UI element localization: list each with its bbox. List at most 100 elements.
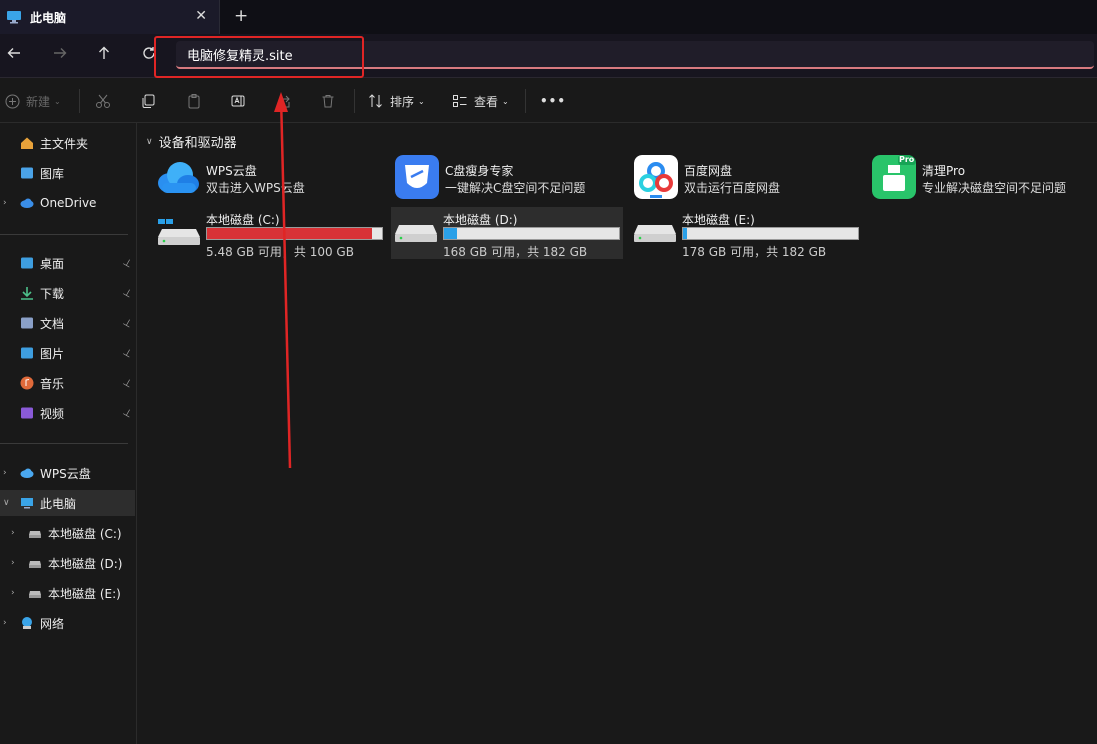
sidebar-item-label: 音乐	[40, 376, 65, 391]
drive-c[interactable]: 本地磁盘 (C:) 5.48 GB 可用，共 100 GB	[154, 207, 386, 259]
tab-bar: 此电脑 ✕ +	[0, 0, 1097, 34]
sort-icon	[369, 94, 382, 108]
rename-button[interactable]	[230, 91, 252, 111]
chevron-down-icon: ⌄	[54, 96, 61, 106]
drive-icon	[395, 225, 437, 242]
computer-icon	[20, 496, 34, 510]
view-icon	[453, 95, 467, 107]
document-icon	[20, 316, 34, 330]
app-description: 双击进入WPS云盘	[206, 181, 305, 195]
group-header-devices[interactable]: ∨ 设备和驱动器	[146, 132, 237, 151]
divider	[525, 89, 526, 113]
view-button[interactable]: 查看 ⌄	[452, 91, 509, 111]
pin-icon[interactable]: ⊥	[121, 316, 134, 330]
drive-usage-bar	[443, 227, 620, 240]
chevron-right-icon[interactable]: ›	[3, 618, 7, 628]
share-icon	[277, 95, 290, 108]
app-baidu-netdisk[interactable]: 百度网盘 双击运行百度网盘	[634, 155, 864, 205]
sidebar-item-label: 主文件夹	[40, 136, 89, 151]
sort-label: 排序	[390, 94, 415, 109]
sidebar-item-label: 此电脑	[40, 496, 77, 511]
arrow-right-icon	[54, 48, 67, 58]
pin-icon[interactable]: ⊥	[121, 256, 134, 270]
chevron-right-icon[interactable]: ›	[11, 528, 15, 538]
divider	[79, 89, 80, 113]
chevron-right-icon[interactable]: ›	[11, 558, 15, 568]
pin-icon[interactable]: ⊥	[121, 286, 134, 300]
delete-button[interactable]	[320, 91, 342, 111]
forward-button[interactable]	[48, 44, 72, 66]
cut-button[interactable]	[95, 91, 117, 111]
download-icon	[20, 286, 34, 300]
sort-button[interactable]: 排序 ⌄	[368, 91, 425, 111]
baidu-netdisk-icon	[634, 155, 678, 199]
app-description: 双击运行百度网盘	[684, 181, 781, 195]
drive-usage-fill	[444, 228, 458, 239]
drive-e[interactable]: 本地磁盘 (E:) 178 GB 可用，共 182 GB	[630, 207, 862, 259]
app-name: WPS云盘	[206, 164, 257, 178]
sidebar-item-label: 本地磁盘 (C:)	[48, 526, 122, 541]
copy-button[interactable]	[140, 91, 162, 111]
chevron-right-icon[interactable]: ›	[11, 588, 15, 598]
sidebar-item-label: OneDrive	[40, 196, 97, 210]
pro-badge: Pro	[899, 155, 915, 164]
app-wps-cloud[interactable]: WPS云盘 双击进入WPS云盘	[156, 155, 386, 205]
new-button[interactable]: 新建 ⌄	[5, 91, 61, 111]
sidebar-item[interactable]: › 本地磁盘 (C:)	[0, 520, 135, 546]
tab-title: 此电脑	[30, 10, 67, 25]
chevron-right-icon[interactable]: ›	[3, 468, 7, 478]
up-button[interactable]	[92, 44, 116, 66]
new-label: 新建	[26, 94, 51, 109]
sidebar-item[interactable]: ∨ 此电脑	[0, 490, 135, 516]
cloud-icon	[20, 196, 34, 210]
sidebar-item-label: 网络	[40, 616, 65, 631]
sidebar-item[interactable]: › 本地磁盘 (D:)	[0, 550, 135, 576]
pin-icon[interactable]: ⊥	[121, 346, 134, 360]
drive-name: 本地磁盘 (C:)	[206, 213, 280, 227]
drive-icon	[28, 586, 42, 600]
video-icon	[20, 406, 34, 420]
more-options-button[interactable]: •••	[540, 91, 566, 111]
sidebar-item-label: WPS云盘	[40, 466, 91, 481]
sidebar-item[interactable]: 桌面 ⊥	[0, 250, 135, 276]
sidebar-item[interactable]: › 本地磁盘 (E:)	[0, 580, 135, 606]
close-tab-icon[interactable]: ✕	[195, 8, 207, 24]
arrow-up-icon	[99, 46, 109, 59]
sidebar-item[interactable]: 主文件夹	[0, 130, 135, 156]
pin-icon[interactable]: ⊥	[121, 406, 134, 420]
desktop-icon	[20, 256, 34, 270]
paste-button[interactable]	[186, 91, 208, 111]
sidebar-item[interactable]: 图库	[0, 160, 135, 186]
sidebar-item[interactable]: › WPS云盘	[0, 460, 135, 486]
arrow-left-icon	[7, 48, 20, 58]
system-drive-icon	[158, 219, 200, 245]
pin-icon[interactable]: ⊥	[121, 376, 134, 390]
copy-icon	[142, 94, 155, 108]
sidebar-item-label: 视频	[40, 406, 65, 421]
share-button[interactable]	[276, 91, 298, 111]
clipboard-icon	[188, 94, 200, 109]
sidebar-item[interactable]: › OneDrive	[0, 190, 135, 216]
tab-this-pc[interactable]: 此电脑 ✕	[0, 0, 220, 34]
sidebar-item[interactable]: 图片 ⊥	[0, 340, 135, 366]
chevron-down-icon: ⌄	[418, 96, 425, 106]
sidebar-item[interactable]: 音乐 ⊥	[0, 370, 135, 396]
app-description: 专业解决磁盘空间不足问题	[922, 181, 1067, 195]
sidebar-item[interactable]: 文档 ⊥	[0, 310, 135, 336]
sidebar-item[interactable]: › 网络	[0, 610, 135, 636]
new-tab-button[interactable]: +	[234, 6, 248, 26]
chevron-right-icon[interactable]: ›	[3, 198, 7, 208]
music-icon	[20, 376, 34, 390]
drive-d[interactable]: 本地磁盘 (D:) 168 GB 可用，共 182 GB	[391, 207, 623, 259]
app-c-slim[interactable]: C盘瘦身专家 一键解决C盘空间不足问题	[395, 155, 625, 205]
drive-name: 本地磁盘 (D:)	[443, 213, 518, 227]
sidebar-item-label: 桌面	[40, 256, 65, 271]
back-button[interactable]	[2, 44, 26, 66]
sidebar-item[interactable]: 视频 ⊥	[0, 400, 135, 426]
trash-icon	[322, 95, 334, 108]
drive-usage-fill	[683, 228, 687, 239]
app-cleaner-pro[interactable]: Pro 清理Pro 专业解决磁盘空间不足问题	[872, 155, 1097, 205]
gallery-icon	[20, 166, 34, 180]
sidebar-item[interactable]: 下载 ⊥	[0, 280, 135, 306]
chevron-down-icon[interactable]: ∨	[3, 498, 10, 508]
